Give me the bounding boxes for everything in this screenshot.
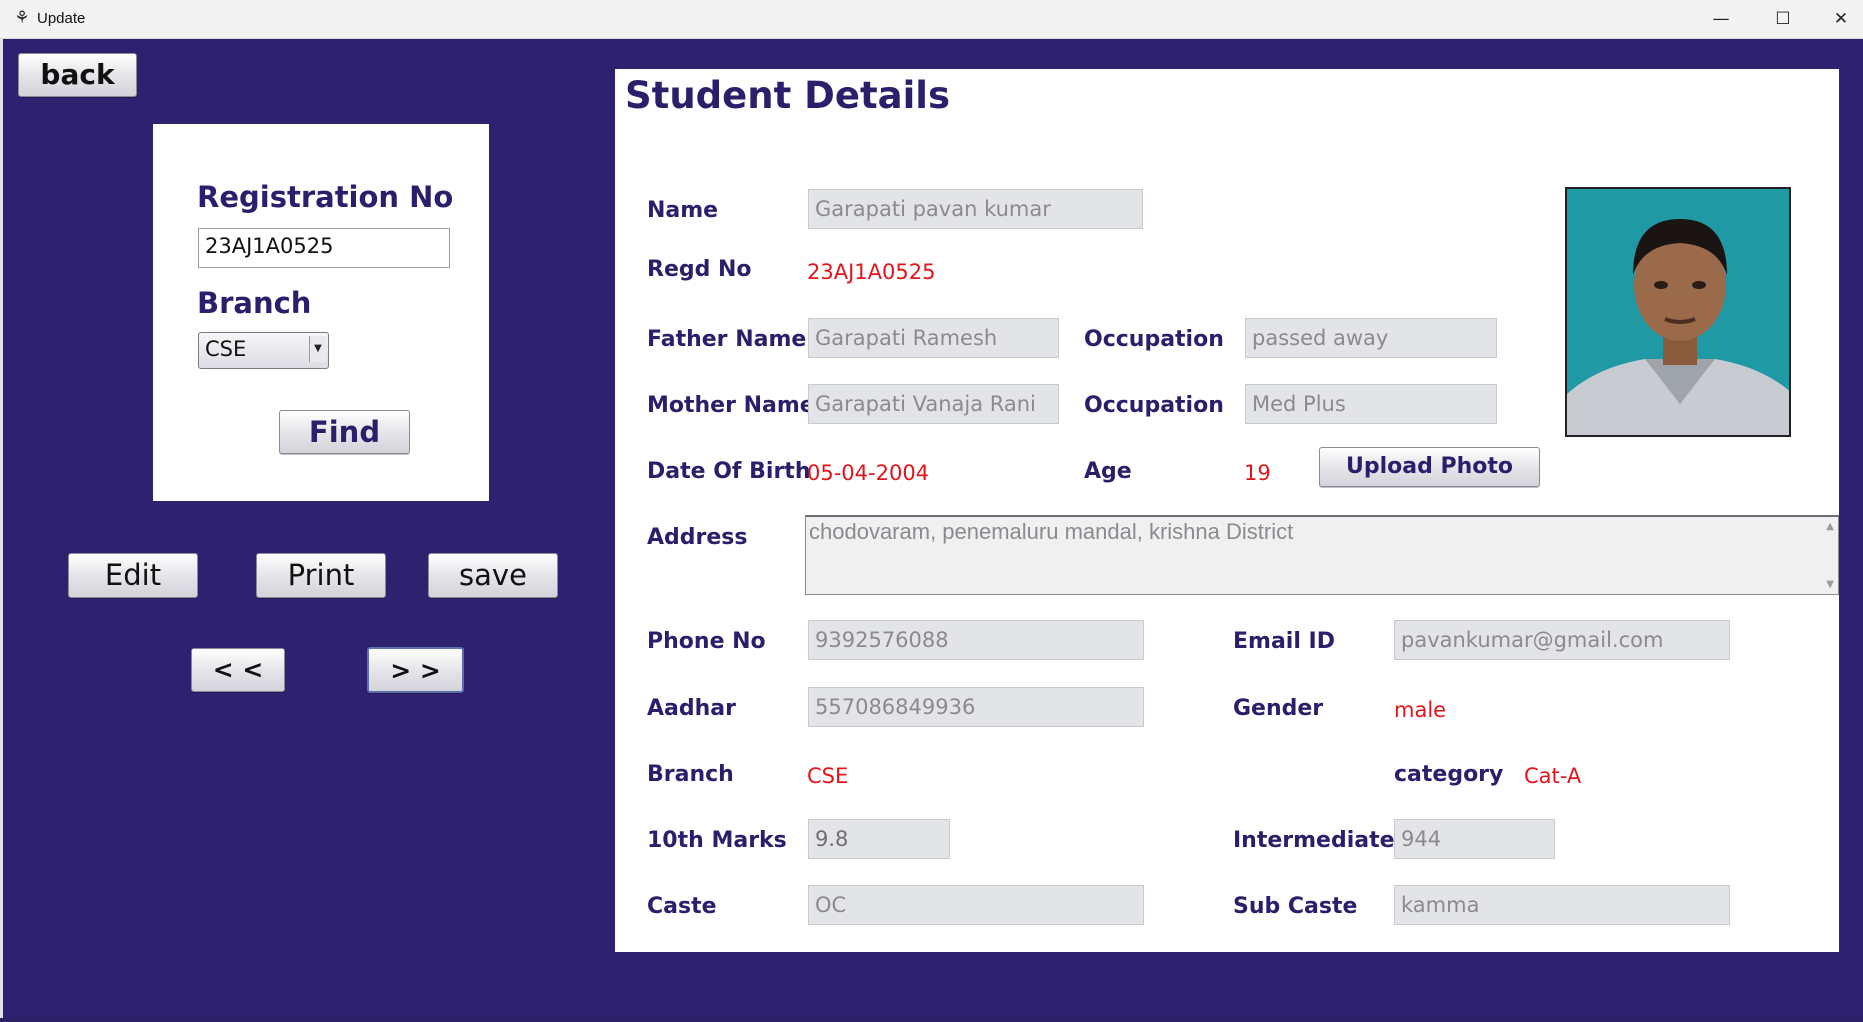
edit-button[interactable]: Edit (68, 553, 198, 598)
father-name-field[interactable]: Garapati Ramesh (808, 318, 1059, 358)
scroll-down-icon[interactable]: ▼ (1826, 579, 1834, 590)
category-label: category (1394, 762, 1504, 787)
aadhar-label: Aadhar (647, 696, 736, 721)
intermediate-label: Intermediate (1233, 828, 1395, 853)
age-value: 19 (1244, 461, 1271, 485)
window-edge (0, 39, 3, 1022)
gender-label: Gender (1233, 696, 1324, 721)
branch-label-detail: Branch (647, 762, 734, 787)
search-panel: Registration No 23AJ1A0525 Branch CSE ▼ … (153, 124, 489, 501)
sub-caste-field[interactable]: kamma (1394, 885, 1730, 925)
registration-no-label: Registration No (197, 180, 454, 214)
previous-record-button[interactable]: < < (191, 648, 285, 692)
caste-field[interactable]: OC (808, 885, 1144, 925)
address-text: chodovaram, penemaluru mandal, krishna D… (809, 519, 1294, 544)
save-button[interactable]: save (428, 553, 558, 598)
student-photo (1565, 187, 1791, 437)
student-details-panel: Student Details Name Garapati pavan kuma… (615, 69, 1839, 952)
mother-occupation-label: Occupation (1084, 393, 1224, 418)
gender-value: male (1394, 698, 1447, 722)
email-id-label: Email ID (1233, 629, 1335, 654)
date-of-birth-label: Date Of Birth (647, 459, 811, 484)
age-label: Age (1084, 459, 1132, 484)
chevron-down-icon[interactable]: ▼ (309, 336, 326, 362)
category-value: Cat-A (1524, 764, 1582, 788)
name-label: Name (647, 198, 719, 223)
page-title: Student Details (625, 74, 951, 117)
mother-name-label: Mother Name (647, 393, 815, 418)
phone-no-label: Phone No (647, 629, 766, 654)
father-occupation-label: Occupation (1084, 327, 1224, 352)
maximize-button[interactable]: ☐ (1760, 0, 1806, 38)
tenth-marks-field[interactable]: 9.8 (808, 819, 950, 859)
father-name-label: Father Name (647, 327, 807, 352)
close-button[interactable]: ✕ (1818, 0, 1863, 38)
aadhar-field[interactable]: 557086849936 (808, 687, 1144, 727)
address-textarea[interactable]: chodovaram, penemaluru mandal, krishna D… (805, 515, 1839, 595)
mother-occupation-field[interactable]: Med Plus (1245, 384, 1497, 424)
email-id-field[interactable]: pavankumar@gmail.com (1394, 620, 1730, 660)
title-bar: ⚘ Update — ☐ ✕ (0, 0, 1863, 39)
regd-no-value: 23AJ1A0525 (807, 260, 936, 284)
student-photo-image (1567, 189, 1789, 435)
window-bottom-edge (0, 1018, 1863, 1022)
address-scrollbar[interactable]: ▲ ▼ (1820, 517, 1838, 594)
intermediate-field[interactable]: 944 (1394, 819, 1555, 859)
upload-photo-button[interactable]: Upload Photo (1319, 447, 1540, 487)
mother-name-field[interactable]: Garapati Vanaja Rani (808, 384, 1059, 424)
branch-select-value: CSE (205, 337, 247, 361)
father-occupation-field[interactable]: passed away (1245, 318, 1497, 358)
regd-no-label: Regd No (647, 257, 752, 282)
date-of-birth-value: 05-04-2004 (807, 461, 930, 485)
find-button[interactable]: Find (279, 410, 410, 454)
address-label: Address (647, 525, 748, 550)
minimize-button[interactable]: — (1698, 0, 1744, 38)
branch-label: Branch (197, 286, 312, 320)
branch-value: CSE (807, 764, 849, 788)
app-icon: ⚘ (14, 8, 30, 28)
registration-no-input[interactable]: 23AJ1A0525 (198, 228, 450, 268)
tenth-marks-label: 10th Marks (647, 828, 787, 853)
next-record-button[interactable]: > > (367, 647, 464, 693)
name-field[interactable]: Garapati pavan kumar (808, 189, 1143, 229)
print-button[interactable]: Print (256, 553, 386, 598)
back-button[interactable]: back (18, 53, 137, 97)
phone-no-field[interactable]: 9392576088 (808, 620, 1144, 660)
scroll-up-icon[interactable]: ▲ (1826, 521, 1834, 532)
sub-caste-label: Sub Caste (1233, 894, 1358, 919)
branch-select[interactable]: CSE ▼ (198, 332, 329, 369)
window-title: Update (37, 10, 86, 27)
caste-label: Caste (647, 894, 717, 919)
